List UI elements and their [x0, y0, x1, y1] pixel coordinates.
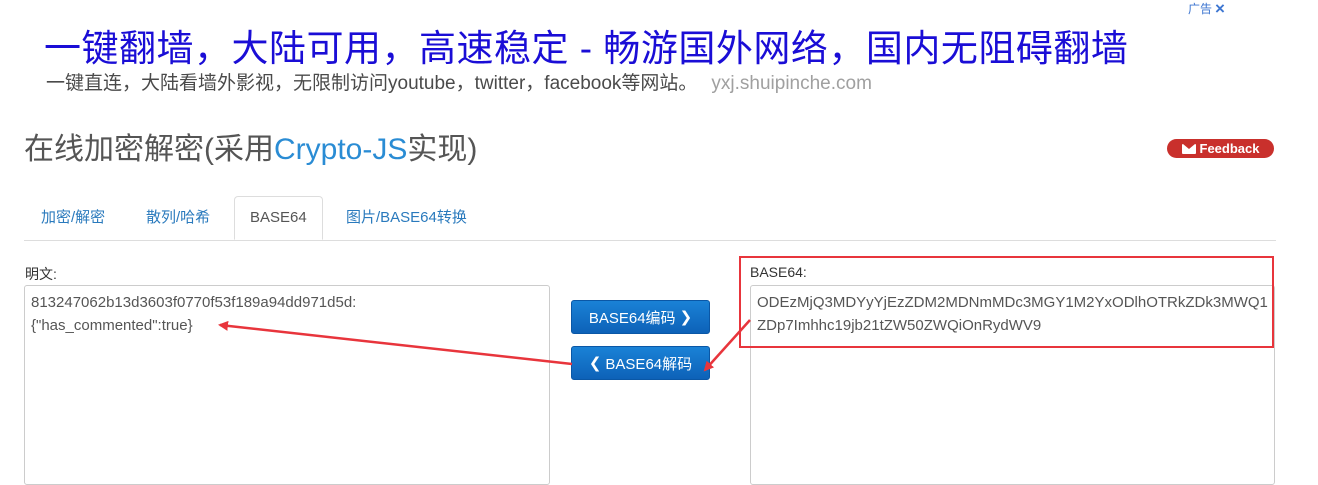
annotation-arrow-to-plaintext	[218, 320, 573, 366]
annotation-arrows	[218, 319, 751, 372]
annotation-arrow-to-base64	[703, 319, 751, 372]
